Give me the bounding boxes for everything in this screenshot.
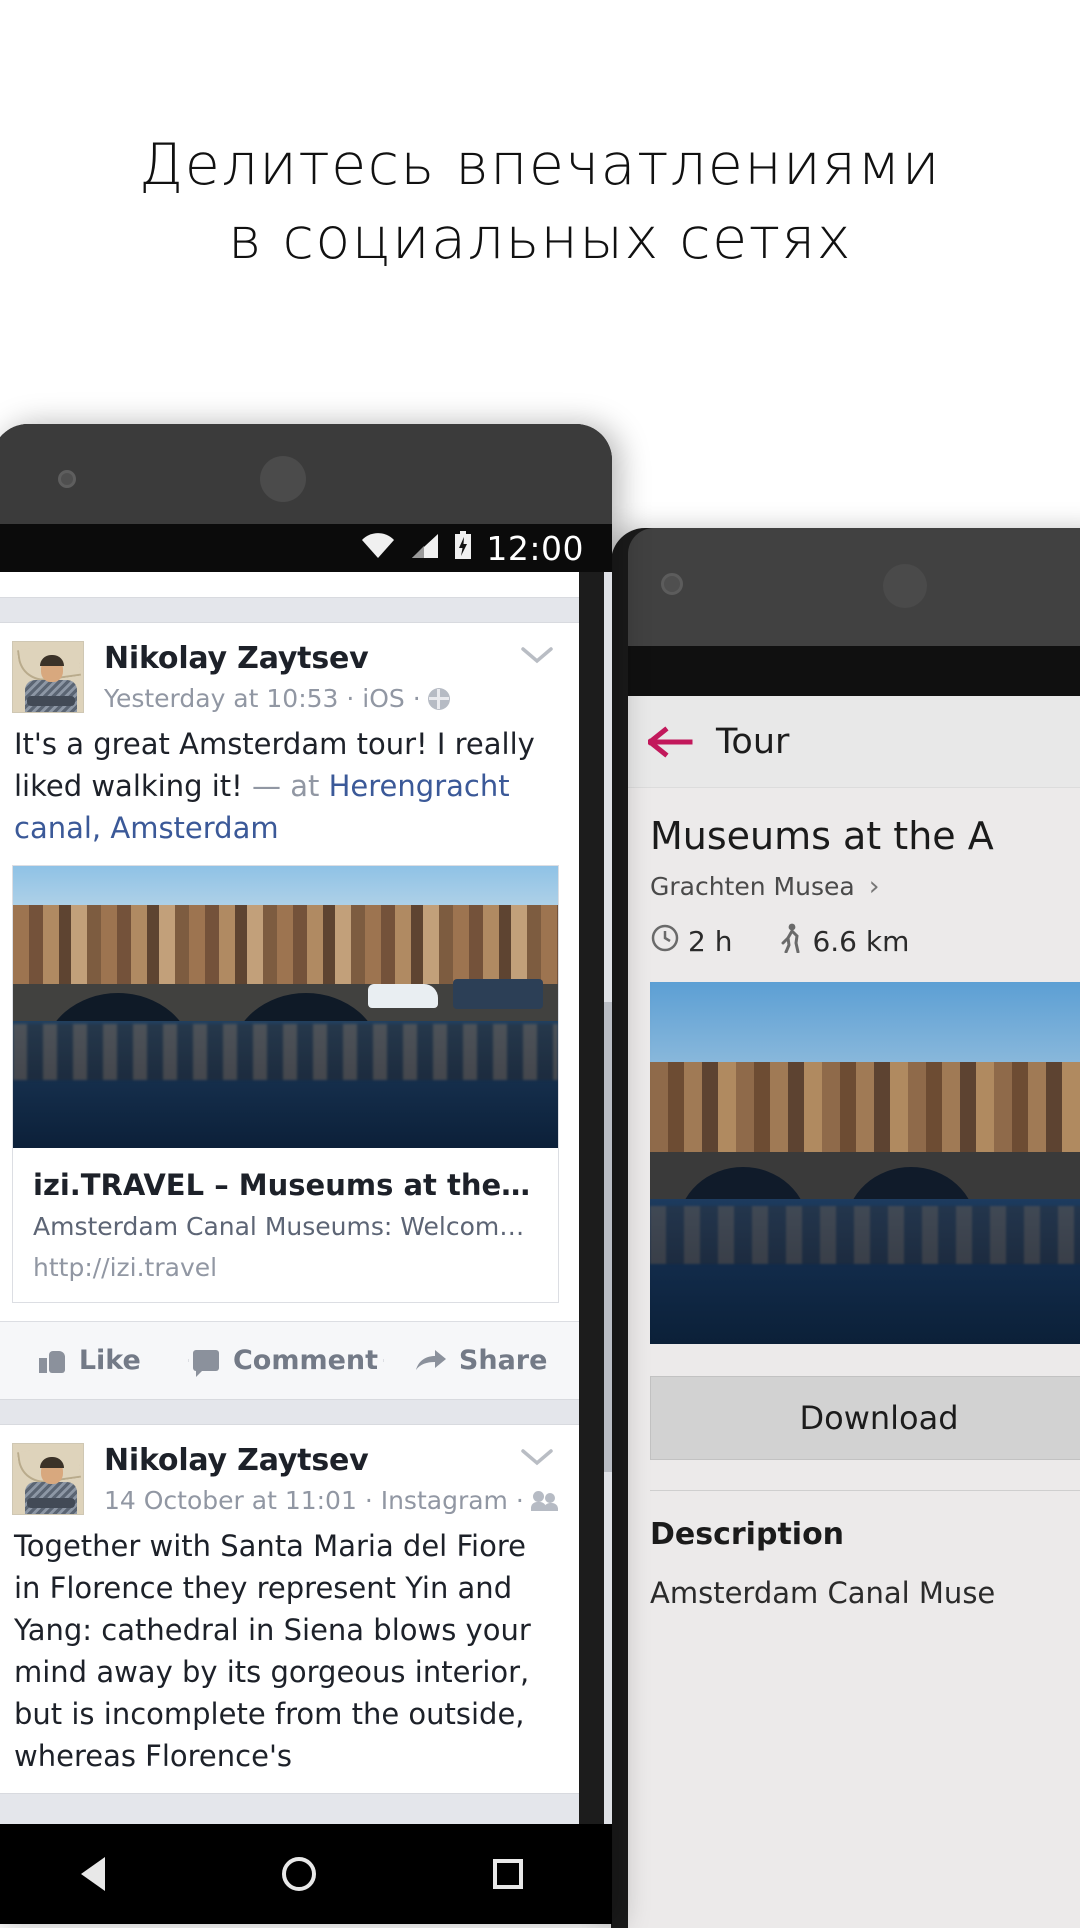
status-bar-clock: 12:00 — [486, 528, 584, 568]
back-arrow-icon[interactable] — [648, 725, 694, 759]
headline-line-2: в социальных сетях — [228, 206, 852, 272]
link-preview-image — [13, 866, 558, 1148]
tour-distance-label: 6.6 km — [812, 925, 910, 958]
like-button-label: Like — [78, 1345, 141, 1376]
post-body-text: It's a great Amsterdam tour! I really li… — [0, 717, 579, 865]
post-text-at: at — [290, 769, 320, 803]
walking-icon — [778, 923, 804, 960]
link-preview-url: http://izi.travel — [33, 1253, 218, 1282]
preview-boat — [368, 984, 438, 1009]
tour-duration-label: 2 h — [688, 925, 733, 958]
preview-reflection — [13, 1023, 558, 1081]
feed-post: Nikolay Zaytsev 14 October at 11:01 · In… — [0, 1424, 579, 1794]
feed-spacer — [0, 1400, 579, 1424]
tour-photo — [650, 982, 1080, 1344]
like-button[interactable]: Like — [0, 1345, 188, 1376]
feed-spacer — [0, 598, 579, 622]
post-timestamp: 14 October at 11:01 · Instagram · — [104, 1486, 524, 1515]
tour-publisher-label: Grachten Musea — [650, 872, 855, 901]
feed-scrollbar-track[interactable] — [604, 572, 612, 1824]
tour-title: Museums at the A — [650, 814, 994, 858]
status-bar: 12:00 — [0, 524, 612, 572]
share-button-label: Share — [458, 1345, 548, 1376]
link-preview-card[interactable]: izi.TRAVEL – Museums at the Amsterdam ..… — [12, 865, 559, 1303]
post-header-text: Nikolay Zaytsev 14 October at 11:01 · In… — [104, 1443, 558, 1515]
description-heading: Description — [650, 1517, 845, 1552]
wifi-icon — [360, 532, 396, 565]
right-phone-screen: Tour Museums at the A Grachten Musea › 2… — [628, 696, 1080, 1928]
post-header-text: Nikolay Zaytsev Yesterday at 10:53 · iOS… — [104, 641, 515, 713]
chevron-down-icon[interactable] — [515, 1443, 559, 1467]
earpiece-speaker — [260, 456, 306, 502]
tour-app-bar-title: Tour — [716, 721, 790, 762]
tour-app-bar: Tour — [628, 696, 1080, 788]
post-author[interactable]: Nikolay Zaytsev — [104, 1443, 515, 1478]
feed-scrollbar-thumb[interactable] — [604, 1002, 612, 1472]
description-text: Amsterdam Canal Muse — [650, 1576, 996, 1610]
photo-reflection — [650, 1206, 1080, 1265]
link-preview-title: izi.TRAVEL – Museums at the Amsterdam ..… — [33, 1168, 538, 1202]
download-button[interactable]: Download — [650, 1376, 1080, 1460]
front-camera-icon — [661, 573, 683, 595]
comment-button-label: Comment — [232, 1345, 379, 1376]
right-phone-status-bar — [628, 646, 1080, 696]
download-button-label: Download — [799, 1399, 959, 1437]
photo-canal-houses — [650, 1061, 1080, 1156]
android-navigation-bar — [0, 1824, 612, 1924]
chevron-down-icon[interactable] — [515, 641, 559, 665]
tour-duration: 2 h — [650, 923, 732, 960]
comment-button[interactable]: Comment — [187, 1345, 384, 1377]
post-timestamp: Yesterday at 10:53 · iOS · — [104, 684, 421, 713]
post-byline: 14 October at 11:01 · Instagram · — [104, 1486, 558, 1515]
avatar[interactable] — [12, 641, 84, 713]
left-phone-device: 12:00 Nikolay Zaytsev Yesterday at 10:53… — [0, 424, 612, 1924]
share-arrow-icon — [415, 1349, 446, 1373]
link-preview-description: Amsterdam Canal Museums: Welcome to this… — [33, 1212, 538, 1241]
right-phone-bezel — [628, 528, 1080, 646]
post-header: Nikolay Zaytsev Yesterday at 10:53 · iOS… — [0, 623, 579, 717]
preview-canal-houses — [13, 905, 558, 991]
tour-detail-body: Museums at the A Grachten Musea › 2 h 6.… — [628, 788, 1080, 1344]
post-author[interactable]: Nikolay Zaytsev — [104, 641, 515, 676]
back-icon[interactable] — [80, 1857, 105, 1891]
preview-boat — [453, 978, 543, 1009]
tour-distance: 6.6 km — [778, 923, 909, 960]
previous-post-edge — [0, 572, 579, 598]
avatar[interactable] — [12, 1443, 84, 1515]
facebook-feed-screen: Nikolay Zaytsev Yesterday at 10:53 · iOS… — [0, 572, 579, 1824]
avatar-arms — [27, 1498, 75, 1508]
clock-icon — [650, 923, 680, 960]
right-phone-device: Tour Museums at the A Grachten Musea › 2… — [611, 528, 1080, 1928]
comment-icon — [192, 1350, 219, 1377]
post-byline: Yesterday at 10:53 · iOS · — [104, 684, 515, 713]
feed-post: Nikolay Zaytsev Yesterday at 10:53 · iOS… — [0, 622, 579, 1400]
front-camera-icon — [58, 470, 76, 488]
headline-line-1: Делитесь впечатлениями — [139, 132, 941, 198]
post-text-dash: — — [252, 769, 282, 803]
home-icon[interactable] — [281, 1857, 316, 1891]
thumbs-up-icon — [38, 1349, 65, 1373]
post-body-text: Together with Santa Maria del Fiore in F… — [14, 1529, 531, 1773]
tour-publisher[interactable]: Grachten Musea › — [650, 872, 1080, 901]
post-header: Nikolay Zaytsev 14 October at 11:01 · In… — [0, 1425, 579, 1519]
chevron-right-icon: › — [868, 871, 880, 902]
page-title: Делитесь впечатлениями в социальных сетя… — [0, 128, 1080, 276]
globe-icon — [427, 687, 450, 710]
recents-icon[interactable] — [493, 1859, 524, 1889]
post-action-bar: Like Comment Share — [0, 1321, 579, 1399]
avatar-arms — [27, 696, 75, 706]
battery-icon — [452, 530, 474, 566]
earpiece-speaker — [883, 564, 927, 608]
divider — [650, 1490, 1080, 1491]
tour-meta: 2 h 6.6 km — [650, 923, 1080, 960]
left-phone-bezel — [0, 424, 612, 524]
share-button[interactable]: Share — [383, 1345, 579, 1376]
link-preview-text: izi.TRAVEL – Museums at the Amsterdam ..… — [13, 1148, 558, 1302]
signal-icon — [408, 532, 440, 565]
